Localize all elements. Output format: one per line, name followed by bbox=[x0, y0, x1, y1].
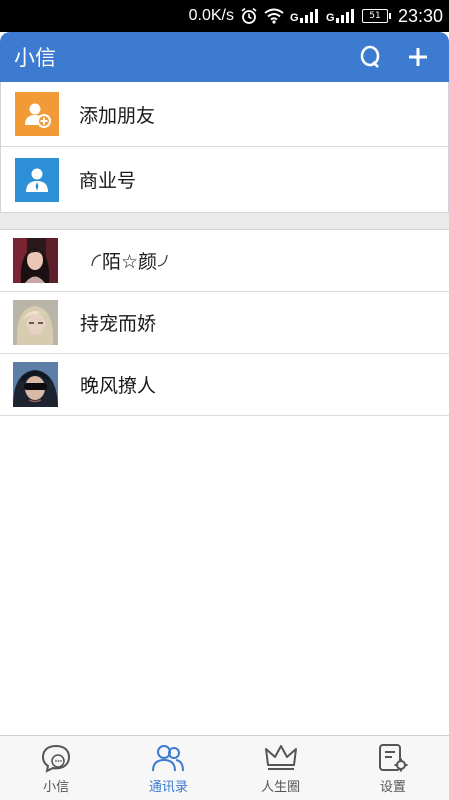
tab-moments[interactable]: 人生圈 bbox=[225, 736, 337, 800]
svg-text:G: G bbox=[326, 12, 335, 24]
search-icon bbox=[360, 45, 380, 68]
right-flourish-icon bbox=[157, 254, 168, 267]
contact-list: 陌☆颜 持宠而娇 晚风撩人 bbox=[0, 230, 449, 416]
network-speed: 0.0K/s bbox=[188, 7, 234, 24]
contact-row[interactable]: 持宠而娇 bbox=[0, 292, 449, 354]
avatar bbox=[13, 300, 58, 345]
section-divider bbox=[0, 212, 449, 230]
avatar bbox=[13, 362, 58, 407]
search-button[interactable] bbox=[353, 40, 387, 74]
contact-name: 陌☆颜 bbox=[90, 247, 169, 274]
tab-label: 设置 bbox=[379, 779, 406, 795]
business-account-label: 商业号 bbox=[79, 170, 137, 192]
contact-name: 持宠而娇 bbox=[80, 313, 157, 335]
contact-name: 晚风撩人 bbox=[80, 375, 157, 397]
svg-text:G: G bbox=[290, 12, 299, 24]
status-bar: 0.0K/s G G 51 23:30 bbox=[0, 0, 449, 32]
battery-level: 51 bbox=[369, 11, 381, 21]
tab-settings[interactable]: 设置 bbox=[337, 736, 449, 800]
clock: 23:30 bbox=[397, 5, 443, 26]
contacts-icon bbox=[151, 742, 185, 774]
contact-row[interactable]: 晚风撩人 bbox=[0, 354, 449, 416]
avatar bbox=[13, 238, 58, 283]
tab-label: 人生圈 bbox=[261, 779, 301, 795]
tab-label: 通讯录 bbox=[148, 779, 188, 795]
quick-actions-list: 添加朋友 商业号 bbox=[0, 82, 449, 212]
tab-contacts[interactable]: 通讯录 bbox=[112, 736, 224, 800]
tab-chat[interactable]: 小信 bbox=[0, 736, 112, 800]
left-flourish-icon bbox=[91, 254, 102, 267]
business-account-icon bbox=[15, 157, 59, 202]
battery-icon: 51 bbox=[361, 9, 391, 23]
signal-icon: G bbox=[326, 8, 356, 24]
add-friend-label: 添加朋友 bbox=[79, 104, 156, 127]
page-title: 小信 bbox=[14, 46, 56, 70]
add-friend-icon bbox=[15, 92, 59, 136]
settings-icon bbox=[376, 742, 410, 774]
tab-label: 小信 bbox=[43, 779, 70, 795]
chat-icon bbox=[39, 742, 73, 774]
add-button[interactable] bbox=[401, 40, 435, 74]
add-friend-item[interactable]: 添加朋友 bbox=[1, 82, 448, 147]
alarm-icon bbox=[240, 7, 258, 25]
crown-icon bbox=[264, 742, 298, 774]
wifi-icon bbox=[264, 8, 284, 24]
add-icon bbox=[409, 48, 427, 66]
contact-row[interactable]: 陌☆颜 bbox=[0, 230, 449, 292]
app-bar: 小信 bbox=[0, 32, 449, 82]
bottom-tab-bar: 小信 通讯录 人生圈 设置 bbox=[0, 735, 449, 800]
signal-icon: G bbox=[290, 8, 320, 24]
business-account-item[interactable]: 商业号 bbox=[1, 147, 448, 212]
